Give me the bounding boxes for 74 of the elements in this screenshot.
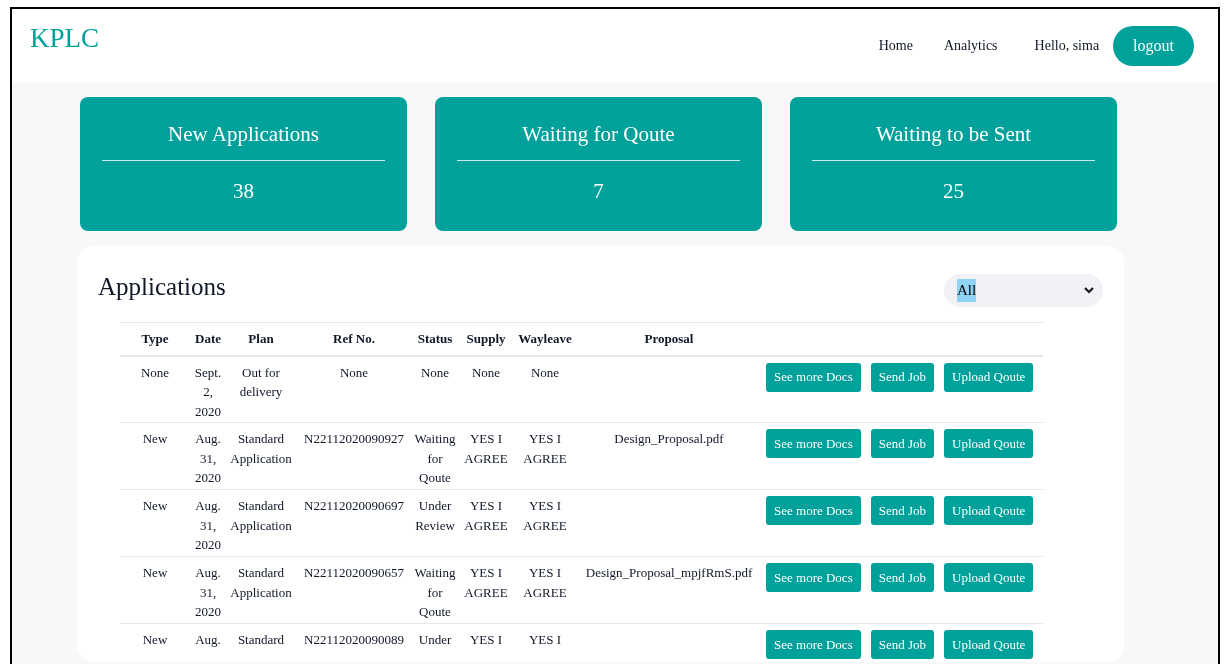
table-cell: Standard Application (230, 498, 292, 533)
table-cell: Under Review (415, 498, 455, 533)
table-cell: Sept. 2, 2020 (194, 364, 222, 419)
nav-link[interactable]: Analytics (943, 35, 998, 56)
stat-value: 25 (943, 178, 964, 205)
send-job-button[interactable]: Send Job (870, 630, 934, 659)
docs-button[interactable]: See more Docs (766, 429, 861, 458)
table-cell: N22112020090089 (304, 632, 404, 647)
column-header: Type (120, 322, 190, 356)
table-cell: Design_Proposal_mpjfRmS.pdf (585, 565, 753, 580)
upload-quote-button[interactable]: Upload Qoute (944, 429, 1034, 458)
table-cell: Out for delivery (239, 364, 283, 399)
table-cell: N22112020090697 (304, 498, 404, 513)
table-cell: Aug. (195, 632, 221, 647)
table-cell: YES I AGREE (464, 498, 508, 533)
send-job-button[interactable]: Send Job (870, 563, 934, 592)
logout-button[interactable]: logout (1113, 25, 1194, 66)
table-cell: None (339, 364, 369, 380)
stat-title: New Applications (167, 121, 320, 148)
section-title: Applications (98, 271, 226, 302)
table-cell: YES I AGREE (523, 431, 567, 466)
filter-select[interactable]: All (944, 274, 1103, 307)
chevron-down-icon (1084, 287, 1094, 294)
table-cell: New (142, 565, 168, 580)
table-cell: New (142, 632, 168, 647)
stat-title: Waiting for Qoute (522, 121, 675, 148)
table-cell: Design_Proposal.pdf (614, 431, 724, 446)
table-cell: YES I (469, 632, 503, 647)
upload-quote-button[interactable]: Upload Qoute (944, 630, 1034, 659)
table-cell: None (530, 364, 560, 380)
column-header: Status (412, 322, 458, 356)
table-cell: None (420, 364, 450, 380)
table-cell: Standard Application (230, 431, 292, 466)
table-cell: Waiting for Qoute (414, 431, 456, 485)
docs-button[interactable]: See more Docs (766, 630, 861, 659)
table-cell: N22112020090927 (304, 431, 404, 446)
table-cell: Under (418, 632, 452, 647)
send-job-button[interactable]: Send Job (870, 496, 934, 525)
column-header: Plan (226, 322, 296, 356)
table-cell: None (140, 364, 170, 380)
upload-quote-button[interactable]: Upload Qoute (944, 496, 1034, 525)
table-cell: Standard (237, 632, 285, 647)
table-cell: YES I AGREE (464, 431, 508, 466)
table-cell: Aug. 31, 2020 (195, 565, 221, 619)
nav-link[interactable]: Home (878, 35, 913, 56)
docs-button[interactable]: See more Docs (766, 563, 861, 592)
table-cell: YES I AGREE (464, 565, 508, 600)
table-cell: None (471, 364, 501, 380)
table-cell: Aug. 31, 2020 (195, 431, 221, 485)
column-header: Date (190, 322, 226, 356)
send-job-button[interactable]: Send Job (870, 429, 934, 458)
column-header: Ref No. (296, 322, 412, 356)
docs-button[interactable]: See more Docs (766, 362, 861, 392)
greeting-text: Hello, sima (1034, 37, 1100, 55)
upload-quote-button[interactable]: Upload Qoute (944, 362, 1034, 392)
table-cell: N22112020090657 (304, 565, 404, 580)
upload-quote-button[interactable]: Upload Qoute (944, 563, 1034, 592)
table-cell: YES I (528, 632, 562, 647)
docs-button[interactable]: See more Docs (766, 496, 861, 525)
column-header: Supply (458, 322, 514, 356)
table-cell: New (142, 498, 168, 513)
table-cell: Waiting for Qoute (414, 565, 456, 619)
table-cell: Aug. 31, 2020 (195, 498, 221, 552)
brand-logo[interactable]: KPLC (30, 18, 100, 59)
send-job-button[interactable]: Send Job (870, 362, 934, 392)
table-cell: New (142, 431, 168, 446)
column-header: Proposal (576, 322, 762, 356)
column-header: Wayleave (514, 322, 576, 356)
stat-title: Waiting to be Sent (875, 121, 1032, 148)
stat-value: 38 (233, 178, 254, 205)
table-cell: Standard Application (230, 565, 292, 600)
table-cell: YES I AGREE (523, 565, 567, 600)
stat-value: 7 (593, 178, 604, 205)
table-cell: YES I AGREE (523, 498, 567, 533)
